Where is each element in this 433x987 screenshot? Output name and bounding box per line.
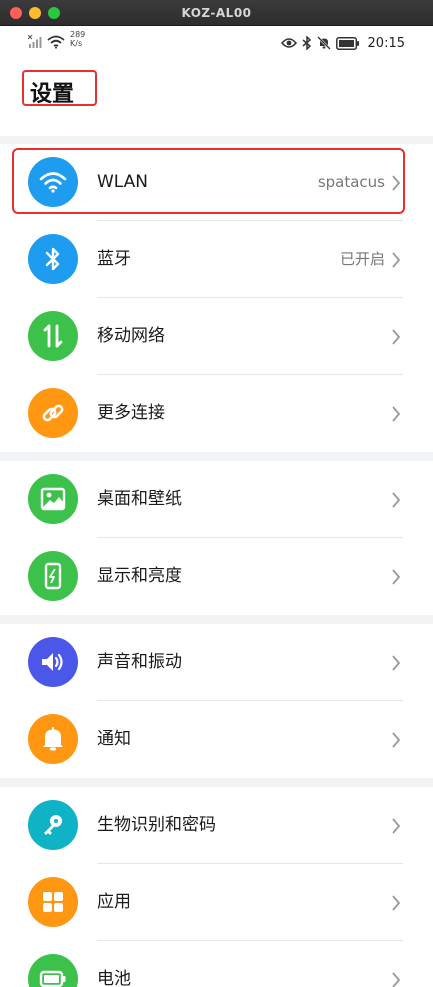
net-speed: 289 K/s [70, 30, 86, 48]
wlan-row[interactable]: WLAN spatacus [0, 144, 433, 221]
battery-label: 电池 [97, 969, 131, 987]
wifi-icon [28, 157, 78, 207]
wallpaper-row[interactable]: 桌面和壁纸 [0, 461, 433, 538]
mobile-network-label: 移动网络 [97, 326, 165, 346]
chevron-right-icon [392, 329, 401, 345]
group-separator [0, 136, 433, 144]
eye-icon [280, 38, 297, 48]
wlan-value: spatacus [317, 173, 385, 191]
status-bar: 289 K/s 20:15 [0, 26, 433, 58]
settings-header: 设置 [0, 58, 433, 136]
window-titlebar: KOZ-AL00 [0, 0, 433, 26]
apps-label: 应用 [97, 892, 131, 912]
bluetooth-value: 已开启 [339, 250, 385, 268]
wallpaper-label: 桌面和壁纸 [97, 489, 182, 509]
sound-group: 声音和振动 通知 [0, 624, 433, 778]
mobile-network-row[interactable]: 移动网络 [0, 298, 433, 375]
chevron-right-icon [392, 175, 401, 191]
battery-icon [28, 954, 78, 987]
group-separator [0, 615, 433, 624]
bluetooth-row[interactable]: 蓝牙 已开启 [0, 221, 433, 298]
bell-icon [28, 714, 78, 764]
chevron-right-icon [392, 569, 401, 585]
chevron-right-icon [392, 818, 401, 834]
more-connections-row[interactable]: 更多连接 [0, 375, 433, 452]
notifications-label: 通知 [97, 729, 131, 749]
display-group: 桌面和壁纸 显示和亮度 [0, 461, 433, 615]
volume-icon [28, 637, 78, 687]
apps-grid-icon [28, 877, 78, 927]
more-connections-label: 更多连接 [97, 403, 165, 423]
sound-label: 声音和振动 [97, 652, 182, 672]
battery-icon [335, 36, 359, 50]
display-row[interactable]: 显示和亮度 [0, 538, 433, 615]
bluetooth-icon [302, 36, 311, 50]
key-icon [28, 800, 78, 850]
bluetooth-label: 蓝牙 [97, 249, 131, 269]
window-title: KOZ-AL00 [181, 6, 252, 20]
wallpaper-icon [28, 474, 78, 524]
chevron-right-icon [392, 732, 401, 748]
chevron-right-icon [392, 655, 401, 671]
link-icon [28, 388, 78, 438]
group-separator [0, 452, 433, 461]
chevron-right-icon [392, 492, 401, 508]
wifi-icon [47, 35, 65, 49]
connectivity-group: WLAN spatacus 蓝牙 已开启 移动网络 更多连接 [0, 144, 433, 452]
sound-row[interactable]: 声音和振动 [0, 624, 433, 701]
chevron-right-icon [392, 972, 401, 987]
wlan-label: WLAN [97, 172, 149, 192]
chevron-right-icon [392, 895, 401, 911]
notifications-row[interactable]: 通知 [0, 701, 433, 778]
system-group: 生物识别和密码 应用 电池 [0, 787, 433, 987]
status-time: 20:15 [367, 35, 405, 51]
apps-row[interactable]: 应用 [0, 864, 433, 941]
bluetooth-icon [28, 234, 78, 284]
display-label: 显示和亮度 [97, 566, 182, 586]
mobile-data-icon [28, 311, 78, 361]
chevron-right-icon [392, 406, 401, 422]
chevron-right-icon [392, 252, 401, 268]
biometrics-label: 生物识别和密码 [97, 815, 216, 835]
biometrics-row[interactable]: 生物识别和密码 [0, 787, 433, 864]
battery-row[interactable]: 电池 [0, 941, 433, 987]
mute-bell-icon [316, 36, 331, 50]
display-icon [28, 551, 78, 601]
signal-icon [28, 35, 42, 48]
title-highlight-box [22, 70, 97, 106]
group-separator [0, 778, 433, 787]
